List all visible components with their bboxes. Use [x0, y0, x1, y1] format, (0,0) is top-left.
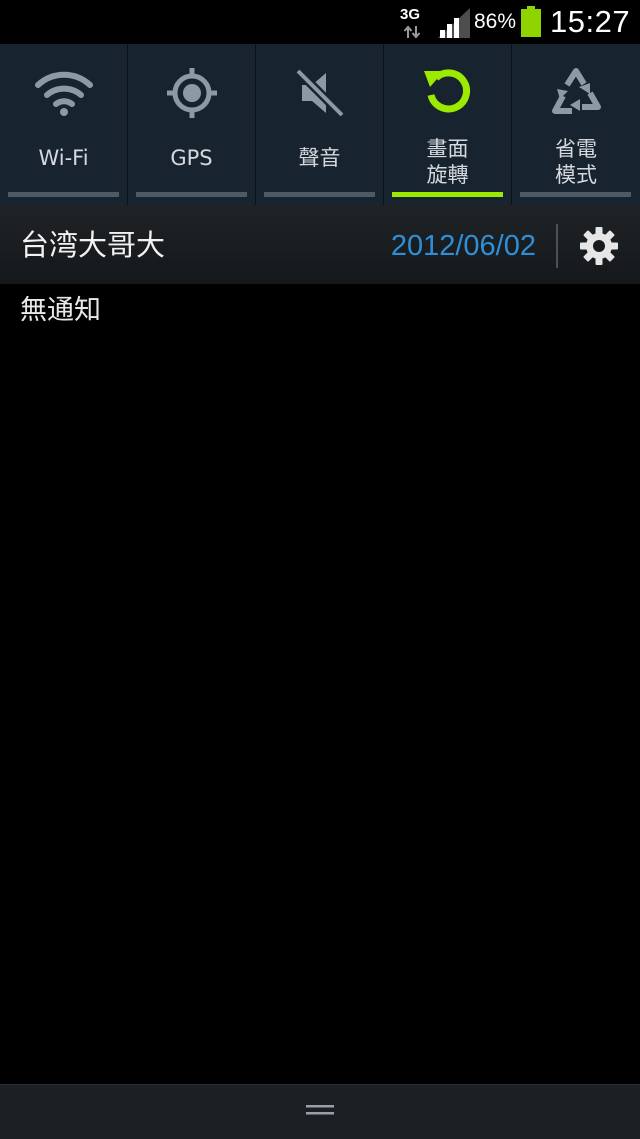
quick-toggle-sound[interactable]: 聲音 — [256, 44, 383, 205]
quick-toggle-wifi[interactable]: Wi-Fi — [0, 44, 127, 205]
carrier-name: 台湾大哥大 — [20, 228, 166, 262]
panel-drag-handle[interactable] — [0, 1084, 640, 1139]
wifi-label: Wi-Fi — [38, 146, 89, 170]
power-saving-label-line2: 模式 — [555, 163, 597, 187]
date-label[interactable]: 2012/06/02 — [391, 229, 536, 263]
power-saving-label-line1: 省電 — [555, 137, 597, 161]
mute-icon — [294, 67, 345, 119]
carrier-date-bar: 台湾大哥大 2012/06/02 — [0, 205, 640, 284]
rotation-label-line2: 旋轉 — [426, 163, 469, 187]
power-saving-label: 省電 模式 — [512, 136, 640, 188]
quick-toggle-power-saving[interactable]: 省電 模式 — [512, 44, 640, 205]
no-notifications-message: 無通知 — [20, 295, 101, 326]
gps-state-bar — [136, 192, 247, 197]
data-activity-icon — [403, 25, 421, 39]
clock: 15:27 — [550, 4, 631, 39]
battery-icon — [521, 6, 541, 37]
settings-button[interactable] — [574, 221, 624, 271]
sound-label: 聲音 — [298, 146, 341, 170]
quick-toggle-gps[interactable]: GPS — [128, 44, 255, 205]
wifi-state-bar — [8, 192, 119, 197]
wifi-icon — [34, 71, 93, 116]
power-saving-state-bar — [520, 192, 631, 197]
gps-label: GPS — [170, 146, 213, 170]
rotation-label: 畫面 旋轉 — [384, 136, 511, 188]
recycle-icon — [552, 68, 601, 114]
quick-settings-panel: Wi-Fi GPS 聲音 畫面 旋轉 省電 模式 — [0, 44, 640, 205]
network-type-label: 3G — [400, 6, 421, 23]
network-3g-icon: 3G — [399, 7, 425, 39]
screen-rotation-icon — [423, 69, 470, 113]
gear-icon — [580, 227, 618, 265]
grip-lines-icon — [306, 1105, 334, 1115]
gps-icon — [166, 68, 217, 118]
sound-state-bar — [264, 192, 375, 197]
rotation-state-bar — [392, 192, 503, 197]
battery-percent: 86% — [474, 10, 517, 33]
quick-toggle-rotation[interactable]: 畫面 旋轉 — [384, 44, 511, 205]
status-bar: 3G 86% 15:27 — [0, 0, 640, 44]
divider — [556, 224, 558, 268]
signal-strength-icon — [438, 8, 470, 38]
rotation-label-line1: 畫面 — [426, 137, 469, 161]
